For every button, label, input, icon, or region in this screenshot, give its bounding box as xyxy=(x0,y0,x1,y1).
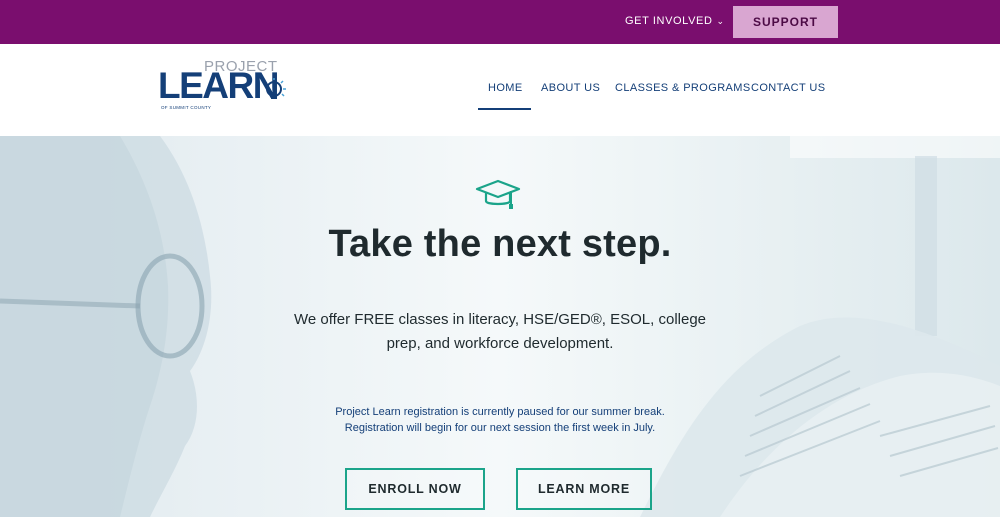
graduation-cap-icon xyxy=(475,179,521,209)
nav-active-indicator xyxy=(478,108,531,110)
logo-learn-text: LEARN xyxy=(158,65,279,106)
nav-home[interactable]: HOME xyxy=(488,82,523,94)
registration-notice: Project Learn registration is currently … xyxy=(300,404,700,436)
nav-classes-programs[interactable]: CLASSES & PROGRAMS xyxy=(615,82,751,94)
logo-county-text: OF SUMMIT COUNTY xyxy=(161,105,212,110)
notice-line-2: Registration will begin for our next ses… xyxy=(344,422,656,434)
notice-line-1: Project Learn registration is currently … xyxy=(335,406,665,418)
top-utility-bar: GET INVOLVED ⌄ SUPPORT xyxy=(0,0,1000,44)
hero-subtext: We offer FREE classes in literacy, HSE/G… xyxy=(293,311,707,352)
nav-contact-us[interactable]: CONTACT US xyxy=(751,82,826,94)
get-involved-menu[interactable]: GET INVOLVED ⌄ xyxy=(625,15,725,27)
chevron-down-icon: ⌄ xyxy=(716,16,725,26)
hero-section: Take the next step. We offer FREE classe… xyxy=(0,136,1000,517)
get-involved-label: GET INVOLVED xyxy=(625,15,713,27)
nav-about-us[interactable]: ABOUT US xyxy=(541,82,600,94)
site-header: PROJECT LEARN OF SUMMIT COUNTY HOME ABOU… xyxy=(0,44,1000,136)
lightbulb-icon xyxy=(266,78,286,99)
enroll-now-button[interactable]: ENROLL NOW xyxy=(345,468,485,510)
support-button[interactable]: SUPPORT xyxy=(733,6,838,38)
learn-more-button[interactable]: LEARN MORE xyxy=(516,468,652,510)
project-learn-logo[interactable]: PROJECT LEARN OF SUMMIT COUNTY xyxy=(158,58,288,114)
hero-headline: Take the next step. xyxy=(328,223,672,265)
